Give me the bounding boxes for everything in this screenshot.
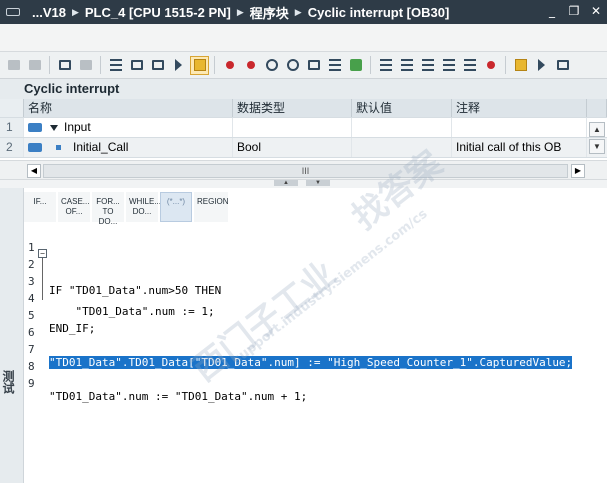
code-line[interactable]: 8 xyxy=(24,347,607,373)
compare-icon[interactable] xyxy=(304,56,323,75)
table-horizontal-scrollbar[interactable]: ◀ III ▶ xyxy=(0,160,607,180)
toolbar-divider xyxy=(370,56,371,74)
list-icon[interactable] xyxy=(106,56,125,75)
triangle-right-icon: ▶ xyxy=(236,6,244,17)
outdent-icon[interactable] xyxy=(418,56,437,75)
row-comment[interactable] xyxy=(452,118,587,137)
window-controls: _ ❐ ✕ xyxy=(545,3,603,19)
editor-toolbar xyxy=(0,52,607,79)
scroll-down-icon[interactable]: ▼ xyxy=(589,139,605,154)
toolbar-divider xyxy=(505,56,506,74)
parameter-icon xyxy=(28,143,42,153)
row-type[interactable] xyxy=(233,118,352,137)
index-header xyxy=(0,99,24,117)
insert-network-icon[interactable] xyxy=(4,56,23,75)
side-tab-label[interactable]: 测试 xyxy=(1,370,17,394)
window-icon[interactable] xyxy=(553,56,572,75)
code-line[interactable]: 9 "TD01_Data".num := "TD01_Data".num + 1… xyxy=(24,364,607,403)
upper-toolbar-strip xyxy=(0,24,607,52)
toolbar-divider xyxy=(100,56,101,74)
window-handle-icon[interactable] xyxy=(6,8,20,16)
expand-triangle-icon[interactable] xyxy=(50,124,58,131)
title-bar: ...V18 ▶ PLC_4 [CPU 1515-2 PN] ▶ 程序块 ▶ C… xyxy=(0,0,607,24)
print-icon[interactable] xyxy=(148,56,167,75)
fold-collapse-icon[interactable]: − xyxy=(38,249,47,258)
row-comment[interactable]: Initial call of this OB xyxy=(452,138,587,157)
indent-right-icon[interactable] xyxy=(397,56,416,75)
list-view-icon[interactable] xyxy=(325,56,344,75)
table-vertical-scroll[interactable]: ▲ ▼ xyxy=(589,122,607,160)
breadcrumb-program-blocks[interactable]: 程序块 xyxy=(250,3,289,22)
line-number: 9 xyxy=(28,377,35,390)
monitor-icon[interactable] xyxy=(76,56,95,75)
restore-icon[interactable]: ❐ xyxy=(567,3,581,19)
breakpoint-icon[interactable] xyxy=(220,56,239,75)
code-line[interactable]: 1 xyxy=(24,228,607,254)
toolbar-divider xyxy=(49,56,50,74)
breadcrumb-plc[interactable]: PLC_4 [CPU 1515-2 PN] xyxy=(85,5,231,20)
export-icon[interactable] xyxy=(55,56,74,75)
left-side-strip xyxy=(0,188,24,483)
align-icon[interactable] xyxy=(439,56,458,75)
region-template-button[interactable]: REGION xyxy=(194,192,229,222)
row-name[interactable]: Input xyxy=(24,118,233,137)
expand-down-icon[interactable]: ▼ xyxy=(306,180,330,186)
if-template-button[interactable]: IF... xyxy=(24,192,56,222)
row-default[interactable] xyxy=(352,118,452,137)
code-text[interactable]: "TD01_Data".num := "TD01_Data".num + 1; xyxy=(49,390,307,403)
row-index: 1 xyxy=(0,118,24,137)
toolbar-divider xyxy=(214,56,215,74)
dropdown-icon[interactable] xyxy=(532,56,551,75)
row-index: 2 xyxy=(0,138,24,157)
indent-left-icon[interactable] xyxy=(376,56,395,75)
breadcrumb-block[interactable]: Cyclic interrupt [OB30] xyxy=(308,5,450,20)
for-template-button[interactable]: FOR... TO DO... xyxy=(92,192,124,226)
row-type[interactable]: Bool xyxy=(233,138,352,157)
column-header-type[interactable]: 数据类型 xyxy=(233,99,352,117)
interface-section-icon xyxy=(28,123,42,133)
code-line-selected[interactable]: 7 "TD01_Data".TD01_Data["TD01_Data".num]… xyxy=(24,330,607,369)
while-template-button[interactable]: WHILE... DO... xyxy=(126,192,161,222)
bookmark-icon[interactable] xyxy=(511,56,530,75)
comment-template-button[interactable]: (*...*) xyxy=(160,192,192,222)
interface-table: 名称 数据类型 默认值 注释 1 Input 2 Initial_Call Bo… xyxy=(0,99,607,158)
download-icon[interactable] xyxy=(169,56,188,75)
code-line[interactable]: 6 xyxy=(24,313,607,339)
case-template-button[interactable]: CASE... OF... xyxy=(58,192,90,222)
scroll-left-icon[interactable]: ◀ xyxy=(27,164,41,178)
triangle-right-icon: ▶ xyxy=(294,6,302,17)
block-title: Cyclic interrupt xyxy=(0,79,607,99)
breadcrumb-project[interactable]: ...V18 xyxy=(32,5,66,20)
remove-comment-icon[interactable] xyxy=(481,56,500,75)
column-header-comment[interactable]: 注释 xyxy=(452,99,587,117)
delete-network-icon[interactable] xyxy=(25,56,44,75)
table-header: 名称 数据类型 默认值 注释 xyxy=(0,99,607,118)
scl-instruction-toolbar: IF... CASE... OF... FOR... TO DO... WHIL… xyxy=(24,188,607,226)
check-icon[interactable] xyxy=(346,56,365,75)
minimize-icon[interactable]: _ xyxy=(545,3,559,19)
table-row[interactable]: 1 Input xyxy=(0,118,607,138)
refresh-icon[interactable] xyxy=(262,56,281,75)
parameter-dot-icon xyxy=(56,145,61,151)
scroll-right-icon[interactable]: ▶ xyxy=(571,164,585,178)
scroll-up-icon[interactable]: ▲ xyxy=(589,122,605,137)
close-icon[interactable]: ✕ xyxy=(589,3,603,19)
table-icon[interactable] xyxy=(127,56,146,75)
go-to-icon[interactable] xyxy=(283,56,302,75)
pane-splitter[interactable]: ▲ ▼ xyxy=(0,180,607,188)
row-name[interactable]: Initial_Call xyxy=(24,138,233,157)
sort-icon[interactable] xyxy=(460,56,479,75)
column-header-default[interactable]: 默认值 xyxy=(352,99,452,117)
clear-breakpoint-icon[interactable] xyxy=(241,56,260,75)
table-row[interactable]: 2 Initial_Call Bool Initial call of this… xyxy=(0,138,607,158)
comment-toggle-icon[interactable] xyxy=(190,55,209,75)
triangle-right-icon: ▶ xyxy=(71,6,79,17)
scroll-thumb[interactable]: III xyxy=(43,164,568,178)
collapse-up-icon[interactable]: ▲ xyxy=(274,180,298,186)
column-header-filler xyxy=(587,99,607,117)
column-header-name[interactable]: 名称 xyxy=(24,99,233,117)
